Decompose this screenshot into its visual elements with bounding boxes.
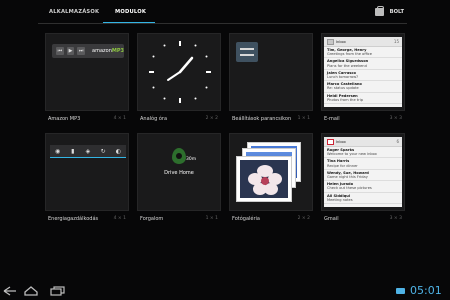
top-tab-bar: ALKALMAZÁSOK MODULOK BOLT	[0, 0, 450, 26]
gmail-header: Inbox	[336, 139, 346, 144]
tab-divider	[38, 23, 407, 24]
widget-card-photo-gallery[interactable]: Fotógaléria 2 × 2	[229, 133, 313, 226]
amazon-mp3-player: ⏮ ▶ ⏭ amazonMP3	[52, 44, 124, 58]
email-preview: Inbox 15 Tim, George, Henry Greetings fro…	[324, 37, 402, 107]
store-button[interactable]: BOLT	[374, 6, 404, 16]
widget-card-settings-shortcut[interactable]: Beállítások parancsikon 1 × 1	[229, 33, 313, 126]
settings-icon	[236, 42, 258, 62]
list-item: Helen Jurado Check out these pictures	[324, 181, 402, 193]
widget-size: 3 × 3	[389, 216, 402, 221]
wifi-icon: ◉	[54, 147, 61, 155]
gmail-icon	[327, 138, 334, 145]
drive-time: 30m	[186, 157, 197, 162]
list-item: Jalen Carrasco Lunch tomorrow?	[324, 70, 402, 82]
widget-name: Fotógaléria	[232, 216, 260, 222]
list-item: Roger Sparks Welcome to your new inbox	[324, 147, 402, 159]
widget-card-gmail[interactable]: Inbox 6 Roger Sparks Welcome to your new …	[321, 133, 405, 226]
widget-size: 3 × 3	[389, 116, 402, 121]
widget-preview: Inbox 15 Tim, George, Henry Greetings fro…	[321, 33, 405, 111]
back-icon[interactable]	[2, 286, 18, 296]
status-clock: 05:01	[410, 284, 442, 297]
list-item: Angelica Sigurdsson Plans for the weekend	[324, 58, 402, 70]
store-bag-icon	[374, 6, 384, 16]
sync-icon: ↻	[100, 147, 106, 155]
system-nav-bar	[0, 282, 450, 300]
widget-size: 1 × 1	[205, 216, 218, 221]
tab-apps[interactable]: ALKALMAZÁSOK	[49, 9, 99, 15]
widget-card-amazon-mp3[interactable]: ⏮ ▶ ⏭ amazonMP3 Amazon MP3 4 × 1	[45, 33, 129, 126]
widget-size: 1 × 1	[297, 116, 310, 121]
widget-size: 4 × 1	[113, 216, 126, 221]
widget-name: E-mail	[324, 116, 340, 122]
list-item: Marco Castellano Re: status update	[324, 81, 402, 93]
brightness-icon: ◐	[115, 147, 121, 155]
widget-card-traffic[interactable]: 30m Drive Home Forgalom 1 × 1	[137, 133, 221, 226]
power-bar-indicator	[50, 157, 126, 158]
widget-preview: ◉ ▮ ◈ ↻ ◐	[45, 133, 129, 211]
play-icon: ▶	[66, 47, 75, 55]
gmail-count: 6	[396, 139, 399, 144]
recents-icon[interactable]	[50, 286, 66, 296]
widget-preview	[137, 33, 221, 111]
store-label: BOLT	[389, 9, 404, 15]
drive-label: Drive Home	[164, 170, 194, 176]
list-item: Ali Siddiqui Meeting notes	[324, 193, 402, 205]
email-count: 15	[393, 39, 399, 44]
widget-preview: 30m Drive Home	[137, 133, 221, 211]
widget-preview	[229, 33, 313, 111]
next-icon: ⏭	[77, 47, 86, 55]
list-item: Wendy, Sue, Howard Game night this Friday	[324, 170, 402, 182]
power-control-bar: ◉ ▮ ◈ ↻ ◐	[50, 145, 126, 158]
gmail-preview: Inbox 6 Roger Sparks Welcome to your new …	[324, 137, 402, 207]
drive-home-widget: 30m Drive Home	[138, 148, 220, 176]
widget-card-email[interactable]: Inbox 15 Tim, George, Henry Greetings fro…	[321, 33, 405, 126]
widget-preview: ⏮ ▶ ⏭ amazonMP3	[45, 33, 129, 111]
email-icon	[327, 38, 334, 45]
email-header: Inbox	[336, 39, 346, 44]
widget-name: Amazon MP3	[48, 116, 81, 122]
widget-card-analog-clock[interactable]: Analóg óra 2 × 2	[137, 33, 221, 126]
maps-pin-icon	[172, 148, 186, 164]
list-item: Tim, George, Henry Greetings from the off…	[324, 47, 402, 59]
previous-icon: ⏮	[56, 47, 64, 55]
widget-size: 4 × 1	[113, 116, 126, 121]
home-icon[interactable]	[23, 286, 39, 296]
photo-flower-image	[236, 156, 292, 202]
widget-preview: Inbox 6 Roger Sparks Welcome to your new …	[321, 133, 405, 211]
tab-widgets[interactable]: MODULOK	[115, 9, 146, 15]
widget-name: Forgalom	[140, 216, 164, 222]
bluetooth-icon: ▮	[71, 147, 75, 155]
list-item: Heidi Pedersen Photos from the trip	[324, 93, 402, 105]
widget-name: Energiagazdálkodás	[48, 216, 99, 222]
widget-name: Analóg óra	[140, 116, 168, 122]
list-item: Tina Harris Recipe for dinner	[324, 158, 402, 170]
widget-name: Gmail	[324, 216, 339, 222]
widget-card-power-control[interactable]: ◉ ▮ ◈ ↻ ◐ Energiagazdálkodás 4 × 1	[45, 133, 129, 226]
widget-preview	[229, 133, 313, 211]
widget-name: Beállítások parancsikon	[232, 116, 292, 122]
widget-size: 2 × 2	[297, 216, 310, 221]
analog-clock-icon	[149, 41, 211, 103]
battery-icon	[396, 288, 405, 294]
widget-size: 2 × 2	[205, 116, 218, 121]
gps-icon: ◈	[85, 147, 91, 155]
amazon-mp3-logo: amazonMP3	[92, 48, 124, 54]
